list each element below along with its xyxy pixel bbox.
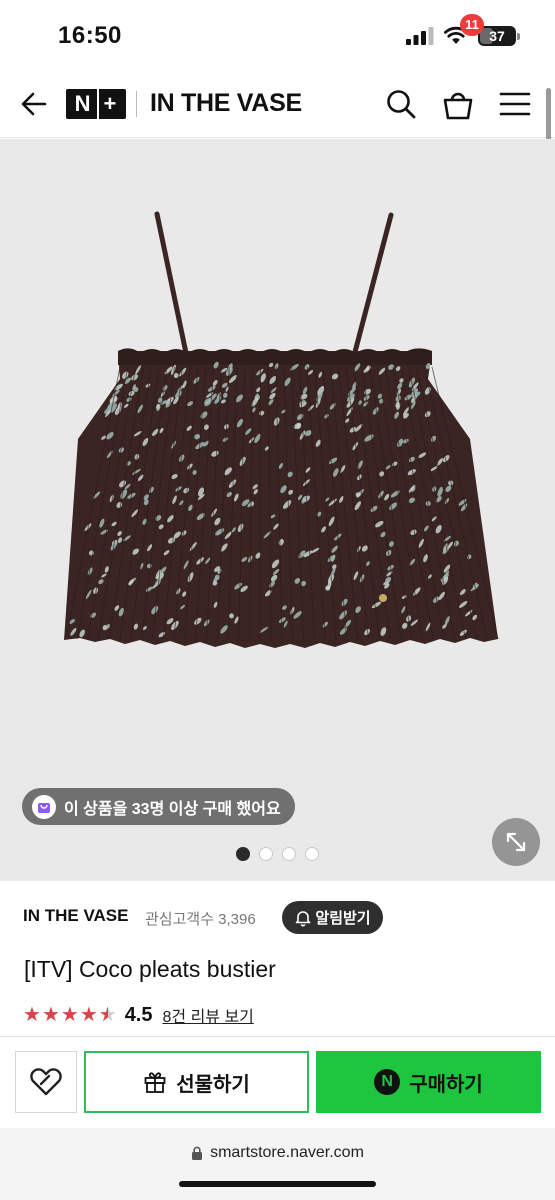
purchase-count-badge: 이 상품을 33명 이상 구매 했어요 xyxy=(22,788,295,825)
interest-customer-count: 관심고객수 3,396 xyxy=(145,911,256,928)
gift-label: 선물하기 xyxy=(176,1073,250,1096)
store-header: N + IN THE VASE xyxy=(0,68,555,138)
battery-icon: 37 xyxy=(478,26,520,46)
notification-subscribe-button[interactable]: 알림받기 xyxy=(282,901,383,934)
star-rating: ★ ★ ★ ★ ★ xyxy=(23,1005,117,1025)
url-text: smartstore.naver.com xyxy=(210,1144,364,1161)
buy-button[interactable]: N 구매하기 xyxy=(316,1051,541,1113)
battery-percent: 37 xyxy=(489,28,505,44)
url-field[interactable]: smartstore.naver.com xyxy=(0,1144,555,1162)
expand-icon xyxy=(506,832,526,852)
star-icon: ★ xyxy=(79,1004,98,1026)
star-icon: ★ xyxy=(60,1004,79,1026)
star-icon: ★ xyxy=(23,1004,41,1026)
home-indicator[interactable] xyxy=(179,1181,376,1187)
search-icon[interactable] xyxy=(385,88,417,120)
naver-pay-icon: N xyxy=(374,1069,401,1095)
product-title: [ITV] Coco pleats bustier xyxy=(24,956,276,982)
naver-plus-logo[interactable]: N + xyxy=(66,89,126,119)
purchase-count-text: 이 상품을 33명 이상 구매 했어요 xyxy=(64,800,281,818)
carousel-dot[interactable] xyxy=(282,847,296,861)
rating-value: 4.5 xyxy=(124,1003,153,1026)
product-image-gallery[interactable]: 이 상품을 33명 이상 구매 했어요 xyxy=(0,139,555,881)
brand-name[interactable]: IN THE VASE xyxy=(23,906,128,926)
buy-label: 구매하기 xyxy=(409,1073,483,1096)
purchase-action-bar: 선물하기 N 구매하기 xyxy=(0,1036,555,1128)
menu-icon[interactable] xyxy=(499,90,531,118)
star-icon: ★ xyxy=(41,1004,60,1026)
status-time: 16:50 xyxy=(58,22,122,49)
lock-icon xyxy=(192,1146,203,1160)
cellular-signal-icon xyxy=(406,27,434,45)
heart-icon xyxy=(30,1068,62,1096)
browser-address-bar: smartstore.naver.com xyxy=(0,1128,555,1200)
carousel-dot[interactable] xyxy=(305,847,319,861)
rating-summary: ★ ★ ★ ★ ★ 4.5 8건 리뷰 보기 xyxy=(23,1002,254,1028)
cart-icon[interactable] xyxy=(440,86,476,122)
store-name[interactable]: IN THE VASE xyxy=(150,89,302,118)
wishlist-button[interactable] xyxy=(15,1051,77,1113)
header-divider xyxy=(136,91,137,117)
notification-subscribe-label: 알림받기 xyxy=(315,910,371,927)
product-image xyxy=(64,211,499,648)
carousel-dot[interactable] xyxy=(259,847,273,861)
expand-image-button[interactable] xyxy=(492,818,540,866)
shopping-bag-icon xyxy=(32,794,56,819)
gift-icon xyxy=(144,1072,166,1093)
bell-plus-icon xyxy=(296,910,311,926)
gift-button[interactable]: 선물하기 xyxy=(84,1051,309,1113)
logo-n: N xyxy=(74,91,92,116)
carousel-dot[interactable] xyxy=(236,847,250,861)
review-link[interactable]: 8건 리뷰 보기 xyxy=(163,1003,254,1027)
logo-plus: + xyxy=(103,91,118,116)
carousel-indicator xyxy=(236,847,319,861)
cart-count-badge: 11 xyxy=(460,14,484,36)
star-icon: ★ xyxy=(98,1004,117,1026)
back-arrow-icon[interactable] xyxy=(20,90,48,118)
